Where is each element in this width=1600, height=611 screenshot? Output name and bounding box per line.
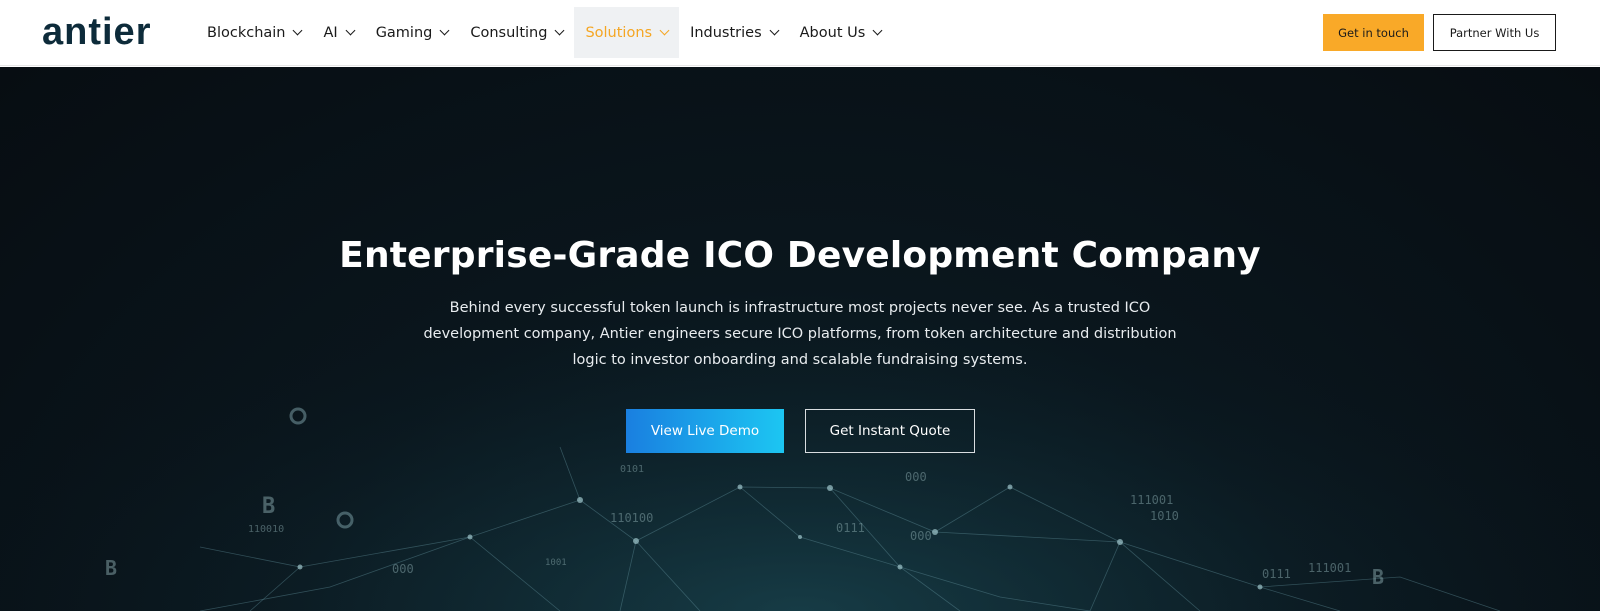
- svg-text:0111: 0111: [1262, 567, 1291, 581]
- svg-text:1001: 1001: [545, 558, 567, 568]
- view-live-demo-button[interactable]: View Live Demo: [626, 409, 784, 453]
- nav-label: Solutions: [585, 24, 653, 41]
- nav-label: Gaming: [375, 24, 433, 41]
- nav-item-solutions[interactable]: Solutions: [574, 7, 680, 58]
- chevron-down-icon: [439, 25, 450, 36]
- svg-text:B: B: [105, 556, 117, 580]
- chevron-down-icon: [872, 25, 883, 36]
- nav-item-gaming[interactable]: Gaming: [365, 7, 460, 58]
- nav-item-industries[interactable]: Industries: [679, 7, 789, 58]
- svg-text:000: 000: [905, 470, 927, 484]
- svg-text:000: 000: [910, 529, 932, 543]
- svg-text:110100: 110100: [610, 511, 653, 525]
- partner-with-us-button[interactable]: Partner With Us: [1433, 14, 1556, 51]
- get-instant-quote-button[interactable]: Get Instant Quote: [805, 409, 975, 453]
- nav-item-about-us[interactable]: About Us: [789, 7, 893, 58]
- svg-text:110010: 110010: [248, 524, 284, 535]
- nav-label: Industries: [690, 24, 762, 41]
- site-header: antier Blockchain AI Gaming Consulting S…: [0, 0, 1600, 66]
- chevron-down-icon: [293, 25, 303, 36]
- nav-item-consulting[interactable]: Consulting: [459, 7, 574, 58]
- svg-text:B: B: [1372, 565, 1384, 589]
- chevron-down-icon: [659, 25, 670, 36]
- hero-title: Enterprise-Grade ICO Development Company: [339, 235, 1261, 276]
- chevron-down-icon: [345, 25, 356, 36]
- svg-text:000: 000: [392, 562, 414, 576]
- nav-label: Consulting: [470, 24, 548, 41]
- svg-text:111001: 111001: [1130, 493, 1173, 507]
- svg-text:0101: 0101: [620, 464, 644, 475]
- hero-section: B 110010 110100 0101 000 0111 000 111001…: [0, 67, 1600, 611]
- hero-description: Behind every successful token launch is …: [423, 300, 1177, 368]
- svg-text:B: B: [262, 494, 275, 519]
- antier-logo[interactable]: antier: [42, 13, 172, 51]
- chevron-down-icon: [554, 25, 565, 36]
- svg-text:0111: 0111: [836, 521, 865, 535]
- nav-label: Blockchain: [207, 24, 286, 41]
- nav-label: About Us: [799, 24, 866, 41]
- main-nav: Blockchain AI Gaming Consulting Solution…: [196, 7, 892, 58]
- chevron-down-icon: [769, 25, 780, 36]
- get-in-touch-button[interactable]: Get in touch: [1323, 14, 1424, 51]
- svg-text:111001: 111001: [1308, 561, 1351, 575]
- nav-label: AI: [323, 24, 338, 41]
- nav-item-ai[interactable]: AI: [312, 7, 364, 58]
- svg-text:1010: 1010: [1150, 509, 1179, 523]
- nav-item-blockchain[interactable]: Blockchain: [196, 7, 312, 58]
